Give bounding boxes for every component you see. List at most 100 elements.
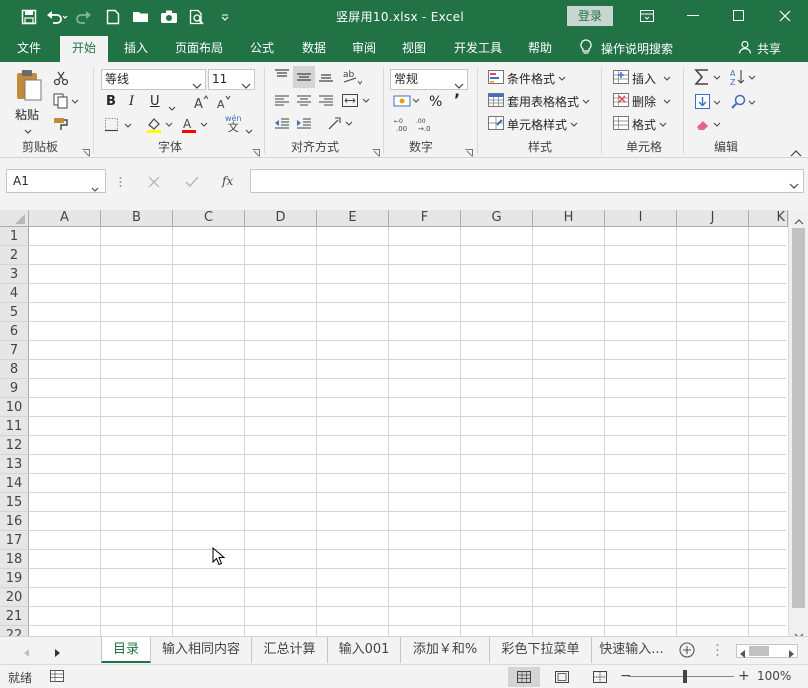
cell-styles-button[interactable]: 单元格样式 (488, 116, 578, 133)
row-header[interactable]: 19 (0, 569, 29, 588)
font-size-select[interactable]: 11 (208, 69, 255, 90)
clipboard-launcher-icon[interactable] (82, 146, 90, 157)
column-header[interactable]: C (173, 210, 245, 227)
autosum-icon[interactable] (694, 68, 722, 89)
conditional-formatting-button[interactable]: 条件格式 (488, 70, 566, 87)
paste-icon[interactable] (14, 68, 44, 107)
sign-in-button[interactable]: 登录 (567, 6, 613, 26)
cancel-entry-icon[interactable] (148, 176, 160, 191)
share-button[interactable]: 共享 (738, 34, 781, 62)
increase-font-size-icon[interactable]: A (193, 94, 209, 113)
zoom-in-icon[interactable]: + (738, 669, 750, 683)
alignment-launcher-icon[interactable] (372, 146, 380, 157)
fill-icon[interactable] (694, 93, 722, 114)
sort-filter-icon[interactable]: AZ (730, 68, 758, 89)
tab-file[interactable]: 文件 (4, 34, 54, 62)
merge-center-icon[interactable] (341, 93, 371, 112)
align-right-icon[interactable] (318, 94, 334, 111)
bold-button[interactable]: B (106, 94, 116, 109)
tab-split-grip-icon[interactable] (716, 643, 719, 660)
tab-data[interactable]: 数据 (292, 34, 336, 62)
minimize-icon[interactable] (670, 0, 716, 32)
row-header[interactable]: 2 (0, 246, 29, 265)
align-left-icon[interactable] (274, 94, 290, 111)
delete-cells-button[interactable]: 删除 (613, 93, 671, 110)
row-header[interactable]: 11 (0, 417, 29, 436)
middle-align-icon[interactable] (293, 66, 315, 88)
column-header[interactable]: I (605, 210, 677, 227)
font-name-select[interactable]: 等线 (101, 69, 206, 90)
phonetic-guide-button[interactable]: wén 文 (225, 114, 242, 133)
format-painter-icon[interactable] (53, 116, 69, 135)
format-cells-button[interactable]: 格式 (613, 116, 667, 133)
save-icon[interactable] (16, 6, 42, 28)
row-header[interactable]: 8 (0, 360, 29, 379)
confirm-entry-icon[interactable] (185, 176, 199, 191)
ribbon-display-options-icon[interactable] (624, 0, 670, 32)
cells-area[interactable] (29, 227, 786, 640)
zoom-slider-thumb[interactable] (683, 670, 687, 683)
insert-cells-button[interactable]: 插入 (613, 70, 671, 87)
column-header[interactable]: H (533, 210, 605, 227)
paste-label[interactable]: 粘贴 (15, 106, 39, 123)
chevron-down-icon[interactable] (91, 178, 99, 200)
sheet-tab[interactable]: 汇总计算 (252, 637, 328, 663)
copy-icon[interactable] (53, 93, 79, 112)
tab-formulas[interactable]: 公式 (240, 34, 284, 62)
vertical-scrollbar[interactable] (788, 210, 808, 640)
camera-icon[interactable] (156, 6, 182, 28)
row-header[interactable]: 5 (0, 303, 29, 322)
row-header[interactable]: 14 (0, 474, 29, 493)
increase-indent-icon[interactable] (296, 117, 312, 134)
decrease-indent-icon[interactable] (274, 117, 290, 134)
page-layout-view-icon[interactable] (546, 667, 578, 687)
row-header[interactable]: 3 (0, 265, 29, 284)
row-header[interactable]: 18 (0, 550, 29, 569)
new-file-icon[interactable] (100, 6, 126, 28)
row-header[interactable]: 6 (0, 322, 29, 341)
row-header[interactable]: 1 (0, 227, 29, 246)
clear-icon[interactable] (694, 117, 722, 136)
add-sheet-icon[interactable] (679, 642, 695, 661)
decrease-font-size-icon[interactable]: A (216, 94, 232, 113)
formula-input[interactable] (250, 169, 804, 193)
insert-function-button[interactable]: fx (222, 174, 233, 188)
tab-view[interactable]: 视图 (392, 34, 436, 62)
zoom-slider-track[interactable] (628, 676, 734, 677)
column-header[interactable]: A (29, 210, 101, 227)
tab-review[interactable]: 审阅 (342, 34, 386, 62)
horizontal-scroll-thumb[interactable] (749, 646, 769, 656)
row-header[interactable]: 20 (0, 588, 29, 607)
row-header[interactable]: 21 (0, 607, 29, 626)
row-header[interactable]: 17 (0, 531, 29, 550)
tab-help[interactable]: 帮助 (518, 34, 562, 62)
font-color-icon[interactable]: A (180, 116, 210, 137)
zoom-level[interactable]: 100% (757, 669, 791, 683)
formula-bar-grip-icon[interactable] (119, 176, 122, 191)
worksheet-grid[interactable]: A B C D E F G H I J K 1 2 3 4 5 6 7 8 9 … (0, 210, 808, 640)
tab-developer[interactable]: 开发工具 (444, 34, 512, 62)
accounting-format-icon[interactable] (393, 93, 421, 112)
row-header[interactable]: 12 (0, 436, 29, 455)
number-launcher-icon[interactable] (465, 146, 473, 157)
tab-page-layout[interactable]: 页面布局 (168, 34, 230, 62)
decrease-decimal-icon[interactable]: .00 →.0 (415, 117, 433, 136)
find-select-icon[interactable] (730, 93, 758, 114)
page-break-view-icon[interactable] (584, 667, 616, 687)
redo-icon[interactable] (72, 6, 98, 28)
cut-icon[interactable] (53, 70, 69, 89)
scroll-left-icon[interactable] (740, 647, 746, 661)
comma-style-button[interactable]: ’ (454, 90, 460, 109)
bottom-align-icon[interactable] (318, 69, 334, 86)
number-format-select[interactable]: 常规 (390, 69, 468, 90)
macro-record-icon[interactable] (50, 670, 64, 685)
select-all-corner[interactable] (0, 210, 29, 227)
row-header[interactable]: 4 (0, 284, 29, 303)
sheet-tab[interactable]: 彩色下拉菜单 (490, 637, 592, 663)
scroll-right-icon[interactable] (789, 647, 795, 661)
align-center-icon[interactable] (296, 94, 312, 111)
tab-insert[interactable]: 插入 (114, 34, 158, 62)
column-header[interactable]: E (317, 210, 389, 227)
open-folder-icon[interactable] (128, 6, 154, 28)
phonetic-dropdown-icon[interactable] (245, 124, 253, 138)
